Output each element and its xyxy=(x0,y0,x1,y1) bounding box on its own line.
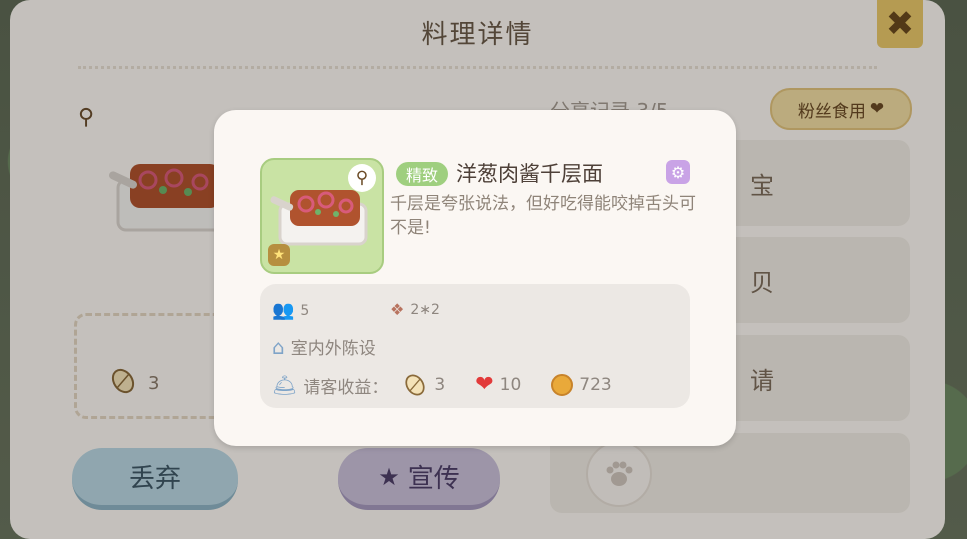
income-hearts: ❤ 10 xyxy=(475,374,521,396)
income-seeds: 3 xyxy=(402,372,445,398)
size-value: 2∗2 xyxy=(410,301,440,318)
income-stat: 🛎 请客收益： 3 ❤ 10 723 xyxy=(272,372,636,398)
income-seeds-value: 3 xyxy=(434,375,446,395)
income-coins: 723 xyxy=(551,374,612,396)
income-label: 请客收益： xyxy=(303,377,389,398)
size-stat: ❖ 2∗2 xyxy=(390,300,440,319)
dish-thumbnail: ⚲ ★ xyxy=(260,158,384,274)
income-hearts-value: 10 xyxy=(499,375,522,395)
dish-popup: ⚲ ★ 精致 洋葱肉酱千层面 ⚙ 千层是夸张说法，但好吃得能咬掉舌头可不是! 👥… xyxy=(214,110,736,446)
magnify-icon[interactable]: ⚲ xyxy=(348,164,376,192)
settings-icon[interactable]: ⚙ xyxy=(666,160,690,184)
income-coins-value: 723 xyxy=(579,375,612,395)
seed-icon xyxy=(405,374,425,396)
heart-icon: ❤ xyxy=(475,372,494,397)
people-stat: 👥 5 xyxy=(272,300,309,321)
people-icon: 👥 xyxy=(272,300,295,321)
star-icon: ★ xyxy=(268,244,290,266)
coin-icon xyxy=(551,374,574,396)
quality-badge: 精致 xyxy=(396,162,449,186)
house-icon: ⌂ xyxy=(272,334,285,359)
dish-description: 千层是夸张说法，但好吃得能咬掉舌头可不是! xyxy=(390,194,696,238)
placement-stat: ⌂ 室内外陈设 xyxy=(272,334,376,360)
tiles-icon: ❖ xyxy=(390,300,405,319)
placement-value: 室内外陈设 xyxy=(290,339,376,359)
dish-name: 洋葱肉酱千层面 xyxy=(456,162,603,186)
bell-icon: 🛎 xyxy=(272,373,298,397)
people-value: 5 xyxy=(300,302,310,319)
dish-stats: 👥 5 ❖ 2∗2 ⌂ 室内外陈设 🛎 请客收益： 3 ❤ 10 723 xyxy=(260,284,690,408)
